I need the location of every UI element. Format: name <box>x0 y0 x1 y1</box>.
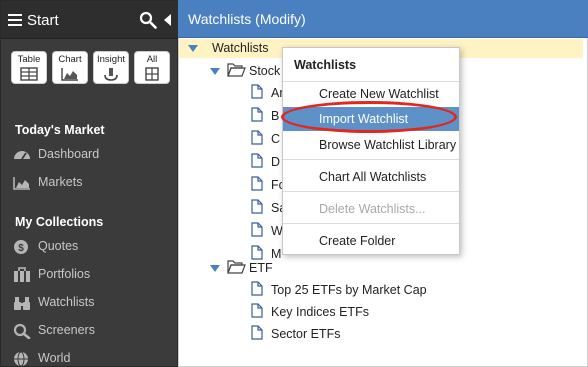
menu-divider <box>283 159 459 160</box>
view-table-label: Table <box>17 54 41 65</box>
menu-item-label: Chart All Watchlists <box>319 170 427 184</box>
sidebar-item-label: Dashboard <box>38 147 100 161</box>
browse-watchlist-library-menu-item[interactable]: Browse Watchlist Library <box>283 133 459 157</box>
list-item[interactable]: Sector ETFs <box>271 327 340 347</box>
section-title-todays-market: Today's Market <box>15 123 105 137</box>
sidebar-item-label: World <box>38 351 71 365</box>
sidebar-header: Start <box>1 1 179 39</box>
svg-text:$: $ <box>18 243 24 254</box>
document-icon <box>251 107 263 122</box>
folder-open-icon <box>227 63 246 77</box>
collapse-sidebar-icon[interactable] <box>164 14 171 26</box>
dashboard-icon <box>14 151 30 160</box>
document-icon <box>251 325 263 340</box>
sidebar: Start Table Chart Insight All Today's Ma… <box>0 0 179 367</box>
quotes-icon: $ <box>14 240 28 254</box>
view-chart-label: Chart <box>58 54 82 65</box>
view-all-button[interactable]: All <box>134 51 170 84</box>
view-insight-label: Insight <box>97 54 125 65</box>
globe-icon <box>14 351 28 367</box>
tree-folder-stocks[interactable]: Stock <box>249 64 280 84</box>
section-title-my-collections: My Collections <box>15 215 104 229</box>
document-icon <box>251 153 263 168</box>
search-icon[interactable] <box>139 11 157 29</box>
list-item[interactable]: C <box>271 132 280 152</box>
sidebar-item-dashboard[interactable]: Dashboard <box>13 145 173 165</box>
list-item[interactable]: Top 25 ETFs by Market Cap <box>271 283 427 303</box>
list-item[interactable]: Key Indices ETFs <box>271 305 369 325</box>
sidebar-item-label: Quotes <box>38 239 79 253</box>
sidebar-title[interactable]: Start <box>27 12 59 29</box>
view-chart-button[interactable]: Chart <box>52 51 88 84</box>
all-icon <box>145 67 159 81</box>
menu-item-label: Delete Watchlists... <box>319 202 426 216</box>
menu-divider <box>283 223 459 224</box>
menu-divider <box>283 191 459 192</box>
document-icon <box>251 245 263 260</box>
hamburger-menu-icon[interactable] <box>8 14 22 26</box>
view-all-label: All <box>146 54 158 65</box>
menu-title: Watchlists <box>294 58 357 72</box>
sidebar-item-quotes[interactable]: $ Quotes <box>13 237 173 257</box>
markets-icon <box>13 177 30 190</box>
tree-root-label[interactable]: Watchlists <box>212 41 269 61</box>
document-icon <box>251 281 263 296</box>
page-header: Watchlists (Modify) <box>178 0 588 38</box>
expand-triangle-icon[interactable] <box>210 68 220 75</box>
portfolios-icon <box>14 267 30 282</box>
sidebar-item-label: Screeners <box>38 323 95 337</box>
delete-watchlists-menu-item: Delete Watchlists... <box>283 197 459 221</box>
binoculars-icon <box>14 297 30 310</box>
sidebar-item-label: Markets <box>38 175 83 189</box>
watchlists-context-menu: Watchlists Create New Watchlist Import W… <box>282 47 460 255</box>
document-icon <box>251 130 263 145</box>
expand-triangle-icon[interactable] <box>210 265 220 272</box>
menu-item-label: Create New Watchlist <box>319 87 439 101</box>
chart-icon <box>61 68 78 81</box>
list-item[interactable]: B <box>271 109 279 129</box>
sidebar-item-label: Watchlists <box>38 295 95 309</box>
sidebar-item-screeners[interactable]: Screeners <box>13 321 173 341</box>
document-icon <box>251 176 263 191</box>
menu-item-label: Create Folder <box>319 234 396 248</box>
sidebar-item-markets[interactable]: Markets <box>13 173 173 193</box>
search-icon <box>13 323 31 339</box>
page-title: Watchlists (Modify) <box>188 11 306 27</box>
list-item[interactable]: D <box>271 155 280 175</box>
expand-triangle-icon[interactable] <box>188 45 198 52</box>
document-icon <box>251 222 263 237</box>
table-icon <box>20 67 38 81</box>
sidebar-item-portfolios[interactable]: Portfolios <box>13 265 173 285</box>
sidebar-item-label: Portfolios <box>38 267 91 281</box>
chart-all-watchlists-menu-item[interactable]: Chart All Watchlists <box>283 165 459 189</box>
tree-folder-etf[interactable]: ETF <box>249 261 273 281</box>
sidebar-item-world[interactable]: World <box>13 349 173 367</box>
sidebar-item-watchlists[interactable]: Watchlists <box>13 293 173 313</box>
insight-icon <box>104 68 118 81</box>
document-icon <box>251 84 263 99</box>
annotation-highlight-ring <box>281 101 457 133</box>
view-table-button[interactable]: Table <box>11 51 47 84</box>
folder-open-icon <box>227 260 246 274</box>
menu-item-label: Browse Watchlist Library <box>319 138 457 152</box>
create-folder-menu-item[interactable]: Create Folder <box>283 229 459 253</box>
document-icon <box>251 303 263 318</box>
document-icon <box>251 199 263 214</box>
view-insight-button[interactable]: Insight <box>93 51 129 84</box>
